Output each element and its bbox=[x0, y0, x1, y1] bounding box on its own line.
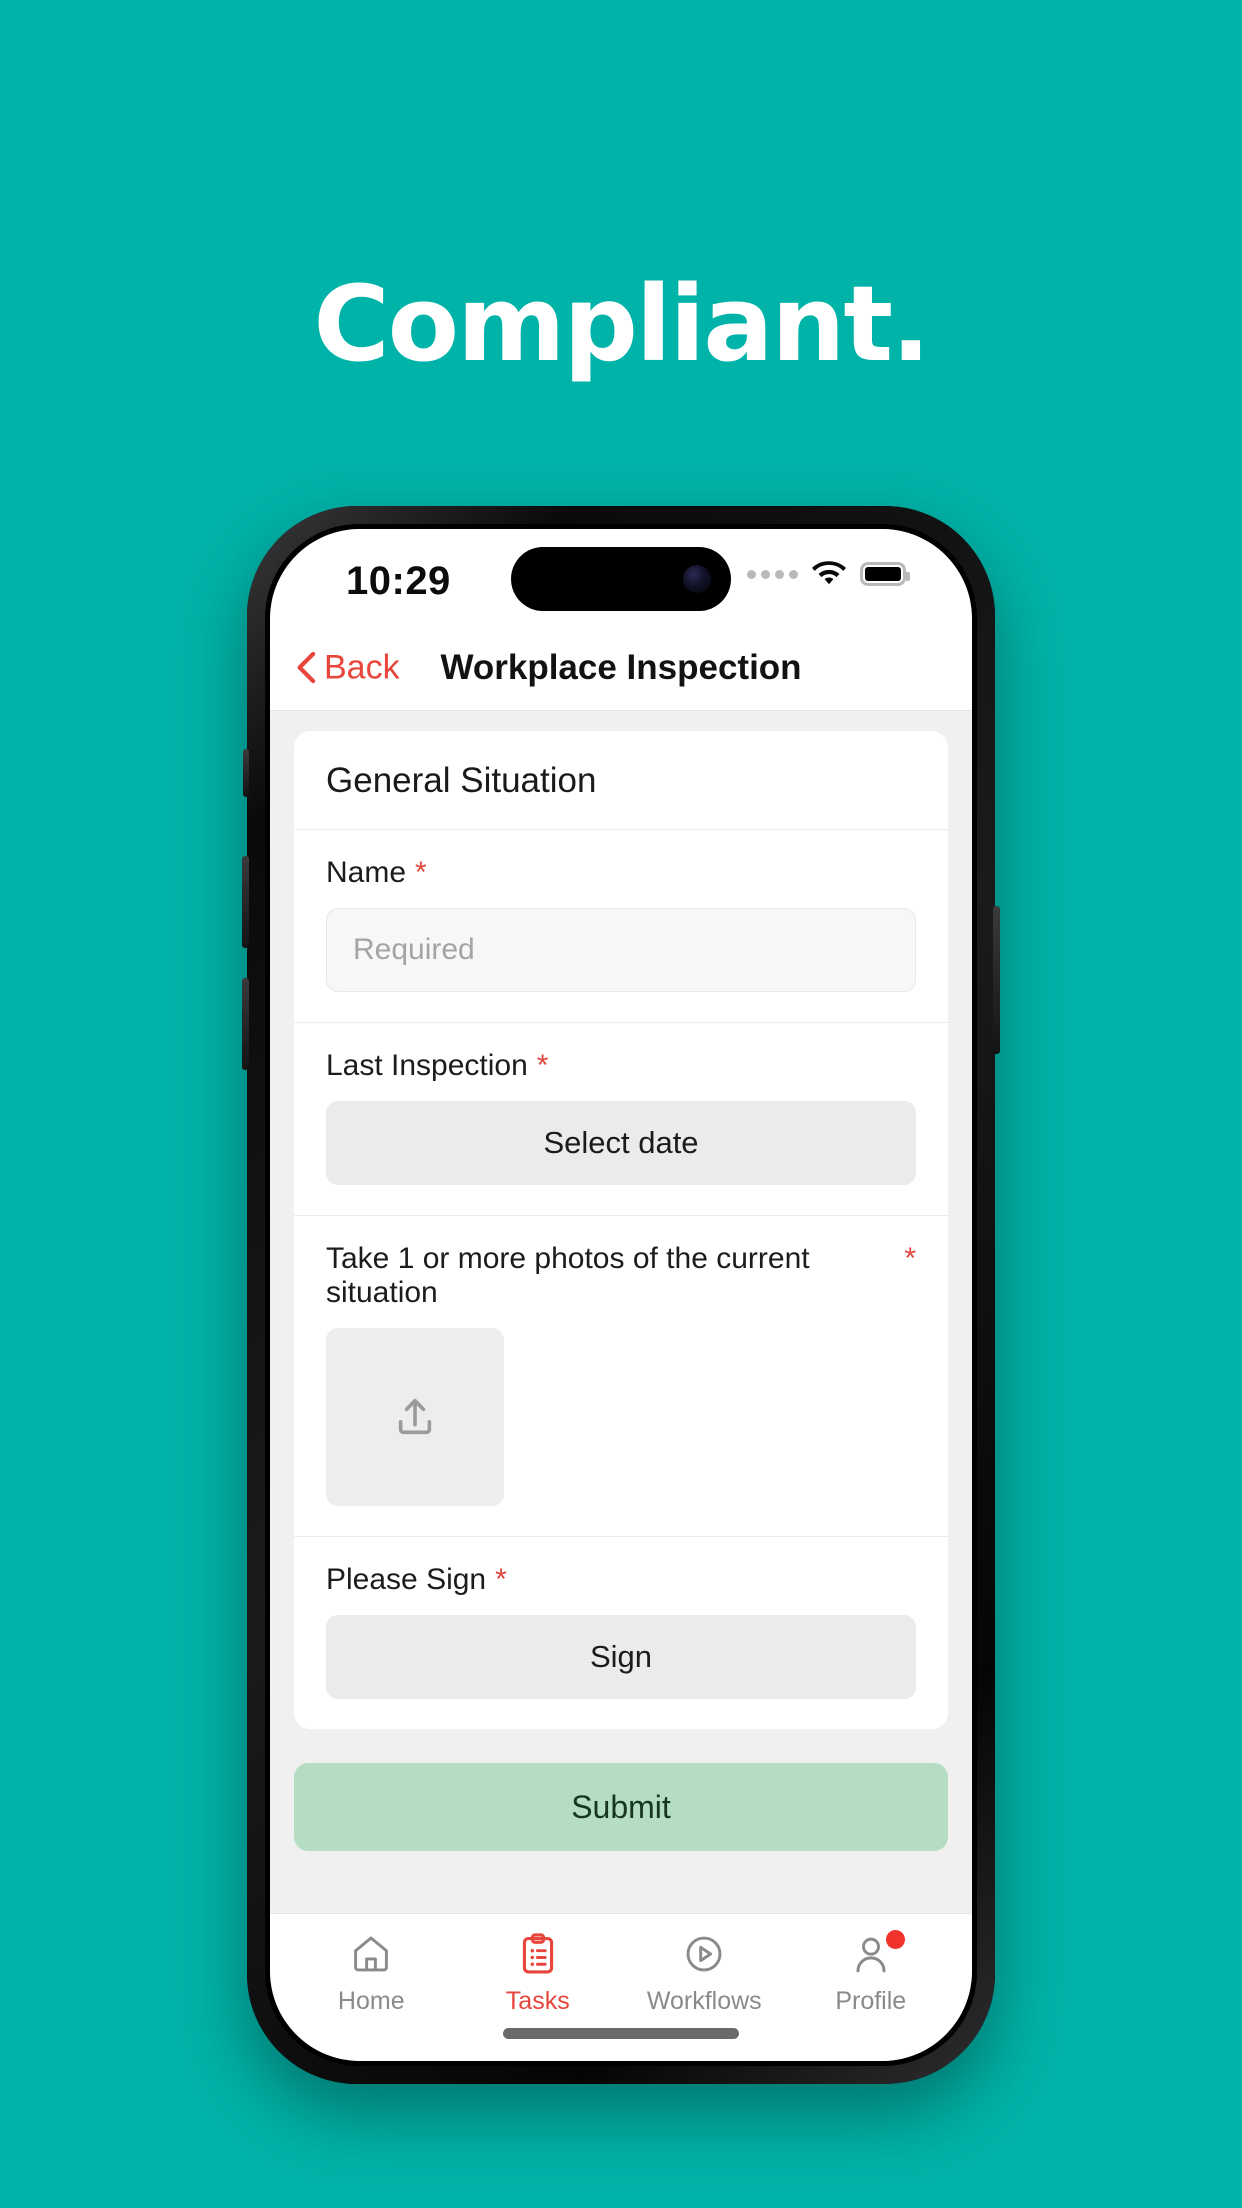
silence-switch[interactable] bbox=[243, 749, 249, 797]
section-header: General Situation bbox=[294, 731, 948, 830]
submit-area: Submit bbox=[294, 1729, 948, 1851]
battery-icon bbox=[860, 562, 910, 586]
chevron-left-icon bbox=[297, 651, 316, 684]
field-name: Name * Required bbox=[294, 830, 948, 1023]
screen-title: Workplace Inspection bbox=[440, 647, 802, 687]
phone-screen: 10:29 Back Workplace Inspection General … bbox=[270, 529, 972, 2061]
tab-tasks-label: Tasks bbox=[505, 1987, 570, 2015]
signal-dots-icon bbox=[747, 569, 798, 579]
status-bar: 10:29 bbox=[270, 529, 972, 625]
form-scroll-area[interactable]: General Situation Name * Required Last I… bbox=[270, 711, 972, 1913]
field-last-inspection-label: Last Inspection * bbox=[326, 1049, 916, 1083]
field-signature: Please Sign * Sign bbox=[294, 1537, 948, 1729]
submit-button[interactable]: Submit bbox=[294, 1763, 948, 1851]
field-photos: Take 1 or more photos of the current sit… bbox=[294, 1216, 948, 1537]
phone-bezel: 10:29 Back Workplace Inspection General … bbox=[265, 524, 977, 2066]
power-button[interactable] bbox=[993, 906, 1000, 1054]
home-indicator[interactable] bbox=[503, 2028, 739, 2039]
back-label: Back bbox=[324, 648, 400, 686]
navigation-bar: Back Workplace Inspection bbox=[270, 625, 972, 711]
required-asterisk: * bbox=[536, 1049, 549, 1082]
phone-frame: 10:29 Back Workplace Inspection General … bbox=[242, 506, 1000, 2084]
name-input-placeholder: Required bbox=[353, 933, 475, 966]
label-text: Name bbox=[326, 856, 407, 889]
home-icon bbox=[354, 1936, 389, 1972]
tab-profile[interactable]: Profile bbox=[788, 1930, 955, 2061]
front-camera-icon bbox=[683, 565, 711, 593]
page-title: Compliant. bbox=[313, 263, 930, 385]
tab-tasks[interactable]: Tasks bbox=[455, 1932, 622, 2061]
select-date-button[interactable]: Select date bbox=[326, 1101, 916, 1185]
form-card: General Situation Name * Required Last I… bbox=[294, 731, 948, 1729]
required-asterisk: * bbox=[904, 1242, 916, 1275]
label-text: Last Inspection bbox=[326, 1049, 528, 1082]
required-asterisk: * bbox=[415, 856, 427, 889]
play-circle-icon bbox=[686, 1936, 722, 1972]
label-text: Take 1 or more photos of the current sit… bbox=[326, 1242, 810, 1309]
clipboard-list-icon bbox=[522, 1933, 553, 1974]
field-last-inspection: Last Inspection * Select date bbox=[294, 1023, 948, 1216]
upload-icon bbox=[398, 1398, 432, 1435]
tab-workflows[interactable]: Workflows bbox=[621, 1932, 788, 2061]
tab-profile-label: Profile bbox=[835, 1987, 907, 2015]
back-button[interactable]: Back bbox=[296, 648, 400, 687]
field-name-label: Name * bbox=[326, 856, 916, 890]
photo-upload-button[interactable] bbox=[326, 1328, 504, 1506]
name-input[interactable]: Required bbox=[326, 908, 916, 992]
tab-workflows-label: Workflows bbox=[646, 1987, 762, 2015]
label-text: Please Sign bbox=[326, 1563, 487, 1596]
field-signature-label: Please Sign * bbox=[326, 1563, 916, 1597]
tab-home[interactable]: Home bbox=[288, 1932, 455, 2061]
required-asterisk: * bbox=[495, 1563, 507, 1596]
phone-mockup: 10:29 Back Workplace Inspection General … bbox=[242, 506, 1000, 2084]
wifi-icon bbox=[812, 561, 846, 585]
field-photos-label: Take 1 or more photos of the current sit… bbox=[326, 1242, 916, 1310]
volume-up-button[interactable] bbox=[242, 856, 249, 948]
status-time: 10:29 bbox=[346, 559, 451, 603]
sign-button[interactable]: Sign bbox=[326, 1615, 916, 1699]
profile-notification-badge bbox=[885, 1930, 905, 1949]
tab-home-label: Home bbox=[337, 1987, 405, 2015]
status-indicators bbox=[747, 561, 910, 587]
volume-down-button[interactable] bbox=[242, 978, 249, 1070]
dynamic-island bbox=[511, 547, 731, 611]
